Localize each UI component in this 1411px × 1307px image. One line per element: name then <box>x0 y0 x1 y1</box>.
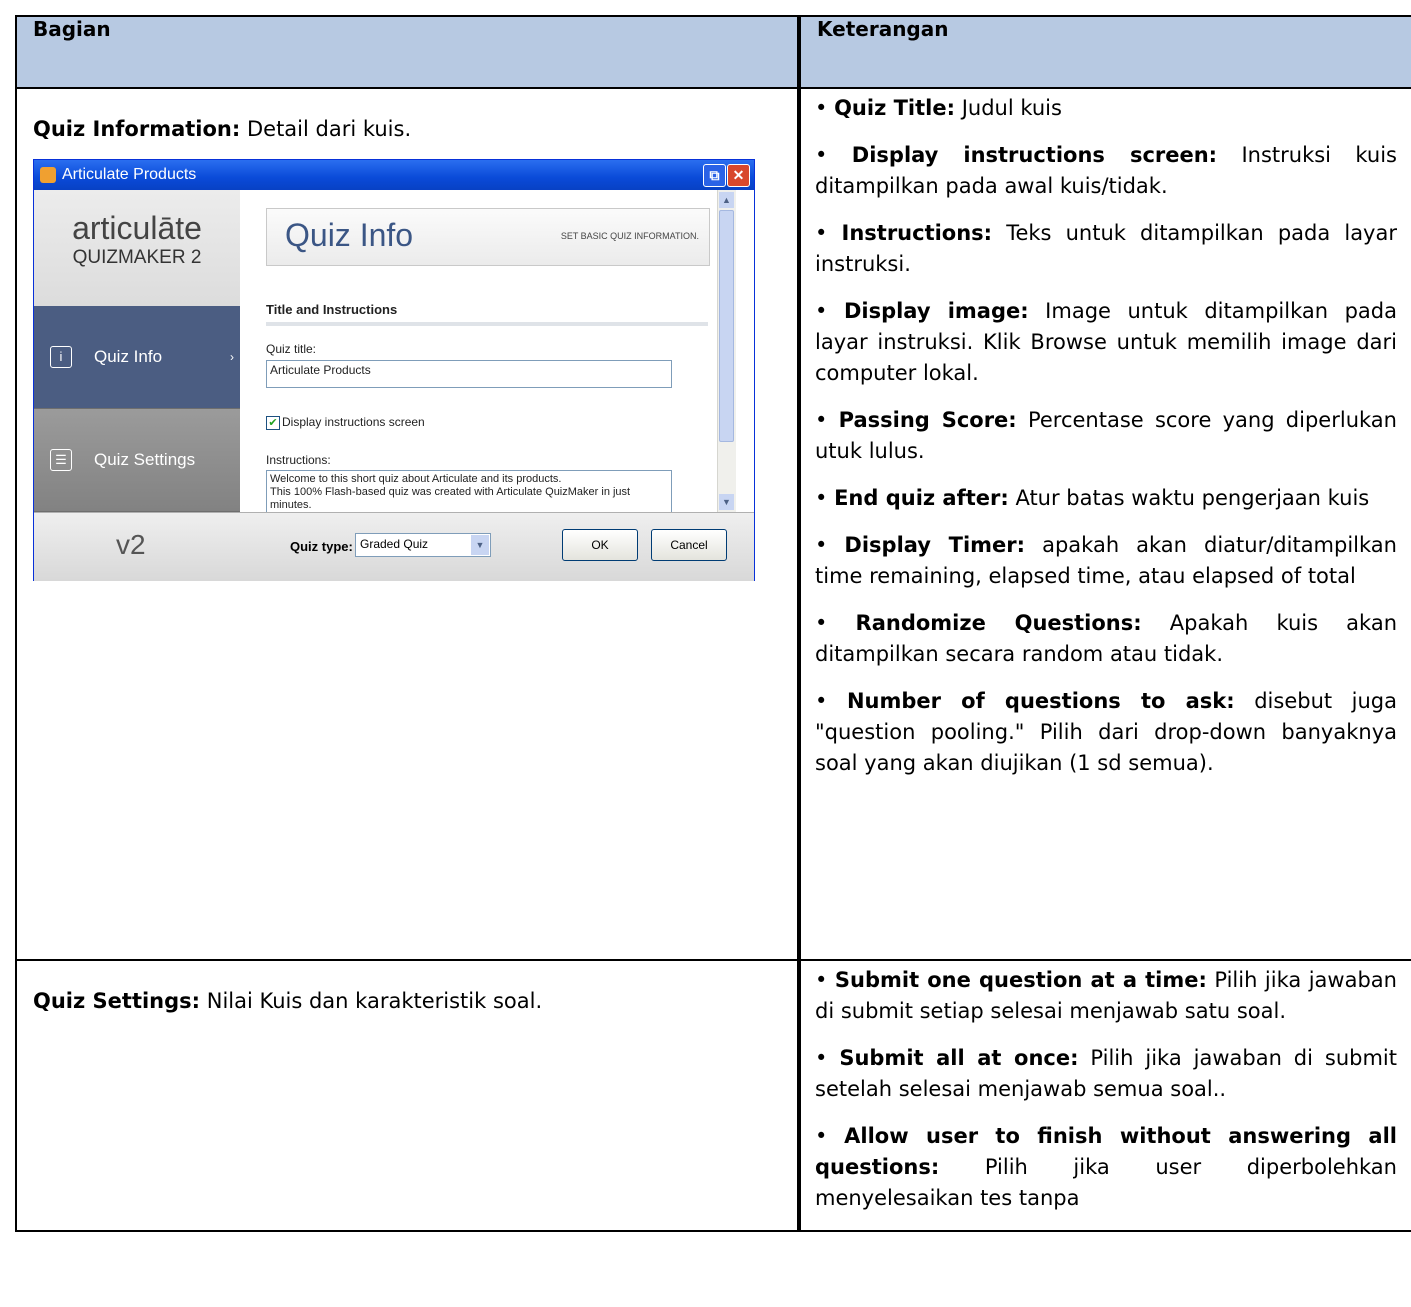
settings-icon: ☰ <box>50 449 72 471</box>
bullet-term: Randomize Questions: <box>855 611 1142 635</box>
bullet-dot: • <box>815 408 828 432</box>
bullet-item: • Display Timer: apakah akan diatur/dita… <box>815 530 1397 592</box>
display-instructions-checkbox[interactable]: ✔ <box>266 416 280 430</box>
quiz-title-label: Quiz title: <box>266 342 317 356</box>
bullet-term: Submit all at once: <box>839 1046 1079 1070</box>
header-bagian: Bagian <box>15 15 800 89</box>
row1-right: • Quiz Title: Judul kuis • Display instru… <box>797 87 1411 961</box>
bullet-item: • Display image: Image untuk ditampilkan… <box>815 296 1397 389</box>
bullet-item: • Display instructions screen: Instruksi… <box>815 140 1397 202</box>
version-badge: v2 <box>116 529 146 560</box>
header-keterangan: Keterangan <box>797 15 1411 89</box>
bullet-dot: • <box>815 486 828 510</box>
sidebar-item-label: Quiz Settings <box>94 450 196 469</box>
row2-text: Nilai Kuis dan karakteristik soal. <box>200 989 543 1013</box>
description-table: Bagian Keterangan Quiz Information: Deta… <box>15 15 1411 1232</box>
row2-right: • Submit one question at a time: Pilih j… <box>797 959 1411 1232</box>
bullet-desc: Atur batas waktu pengerjaan kuis <box>1008 486 1370 510</box>
info-icon: i <box>50 346 72 368</box>
section-divider <box>266 322 708 326</box>
bullet-item: • Randomize Questions: Apakah kuis akan … <box>815 608 1397 670</box>
bullet-item: • Quiz Title: Judul kuis <box>815 93 1397 124</box>
row1-bullets: • Quiz Title: Judul kuis • Display instru… <box>815 93 1397 779</box>
row2-left: Quiz Settings: Nilai Kuis dan karakteris… <box>15 959 800 1232</box>
bullet-dot: • <box>815 689 828 713</box>
chevron-right-icon: › <box>230 350 234 364</box>
brand-product: QUIZMAKER 2 <box>72 247 202 268</box>
bullet-dot: • <box>815 968 828 992</box>
row1-left: Quiz Information: Detail dari kuis. Arti… <box>15 87 800 961</box>
bullet-item: • Submit all at once: Pilih jika jawaban… <box>815 1043 1397 1105</box>
bullet-term: Number of questions to ask: <box>846 689 1235 713</box>
bullet-term: Instructions: <box>841 221 993 245</box>
sidebar-item-label: Quiz Info <box>94 347 163 366</box>
sidebar-item-quiz-info[interactable]: i Quiz Info › <box>34 306 240 409</box>
bullet-term: Display instructions screen: <box>851 143 1218 167</box>
close-icon[interactable]: ✕ <box>727 164 750 187</box>
quiz-type-select[interactable]: Graded Quiz ▼ <box>355 533 491 557</box>
scroll-up-icon[interactable]: ▲ <box>719 192 734 208</box>
page-banner: Quiz Info SET BASIC QUIZ INFORMATION. <box>266 208 710 266</box>
bullet-dot: • <box>815 221 828 245</box>
row2-lead: Quiz Settings: Nilai Kuis dan karakteris… <box>33 989 781 1013</box>
bullet-dot: • <box>815 299 828 323</box>
quiz-type-label: Quiz type: <box>290 539 353 554</box>
bullet-desc: Judul kuis <box>955 96 1062 120</box>
brand-logo-text: articulāte <box>72 210 202 246</box>
instructions-textarea[interactable]: Welcome to this short quiz about Articul… <box>266 470 672 512</box>
restore-icon[interactable]: ⧉ <box>703 164 726 187</box>
bullet-dot: • <box>815 96 828 120</box>
bullet-dot: • <box>815 143 828 167</box>
banner-title: Quiz Info <box>285 217 414 253</box>
row1-text: Detail dari kuis. <box>240 117 412 141</box>
instructions-label: Instructions: <box>266 453 331 467</box>
display-instructions-label: Display instructions screen <box>282 415 425 429</box>
bullet-dot: • <box>815 1046 828 1070</box>
bullet-term: Display Timer: <box>844 533 1026 557</box>
section-title-instructions: Title and Instructions <box>266 302 398 317</box>
quiz-type-value: Graded Quiz <box>360 537 429 551</box>
dialog-sidebar: articulāte QUIZMAKER 2 i Quiz Info › ☰ Quiz … <box>34 190 240 512</box>
app-icon <box>40 167 56 183</box>
bullet-term: Quiz Title: <box>834 96 956 120</box>
dialog-footer: v2 Quiz type: Graded Quiz ▼ OK Cancel <box>34 512 754 581</box>
quiz-title-field[interactable]: Articulate Products <box>266 360 672 388</box>
row1-label: Quiz Information: <box>33 117 241 141</box>
row2-bullets: • Submit one question at a time: Pilih j… <box>815 965 1397 1214</box>
page: Bagian Keterangan Quiz Information: Deta… <box>0 0 1411 1307</box>
bullet-dot: • <box>815 1124 828 1148</box>
bullet-item: • Allow user to finish without answering… <box>815 1121 1397 1214</box>
chevron-down-icon[interactable]: ▼ <box>471 535 489 555</box>
bullet-term: Passing Score: <box>838 408 1017 432</box>
bullet-item: • End quiz after: Atur batas waktu penge… <box>815 483 1397 514</box>
quizmaker-dialog: Articulate Products ⧉ ✕ articulāte QUIZM… <box>33 159 755 581</box>
bullet-item: • Submit one question at a time: Pilih j… <box>815 965 1397 1027</box>
sidebar-item-quiz-settings[interactable]: ☰ Quiz Settings <box>34 409 240 512</box>
scroll-down-icon[interactable]: ▼ <box>719 494 734 510</box>
bullet-dot: • <box>815 611 828 635</box>
ok-button[interactable]: OK <box>562 529 638 561</box>
dialog-titlebar: Articulate Products ⧉ ✕ <box>34 160 754 190</box>
bullet-term: Submit one question at a time: <box>834 968 1207 992</box>
bullet-term: End quiz after: <box>834 486 1009 510</box>
vertical-scrollbar[interactable]: ▲ ▼ <box>717 190 736 512</box>
dialog-title: Articulate Products <box>62 166 197 183</box>
banner-subtitle: SET BASIC QUIZ INFORMATION. <box>560 231 699 241</box>
bullet-term: Display image: <box>843 299 1029 323</box>
cancel-button[interactable]: Cancel <box>651 529 727 561</box>
row1-lead: Quiz Information: Detail dari kuis. <box>33 117 781 141</box>
bullet-item: • Passing Score: Percentase score yang d… <box>815 405 1397 467</box>
scrollbar-thumb[interactable] <box>719 210 734 442</box>
bullet-item: • Instructions: Teks untuk ditampilkan p… <box>815 218 1397 280</box>
dialog-content: Quiz Info SET BASIC QUIZ INFORMATION. Ti… <box>240 190 736 512</box>
row2-label: Quiz Settings: <box>33 989 201 1013</box>
bullet-item: • Number of questions to ask: disebut ju… <box>815 686 1397 779</box>
brand-logo: articulāte QUIZMAKER 2 <box>34 190 240 307</box>
bullet-dot: • <box>815 533 828 557</box>
